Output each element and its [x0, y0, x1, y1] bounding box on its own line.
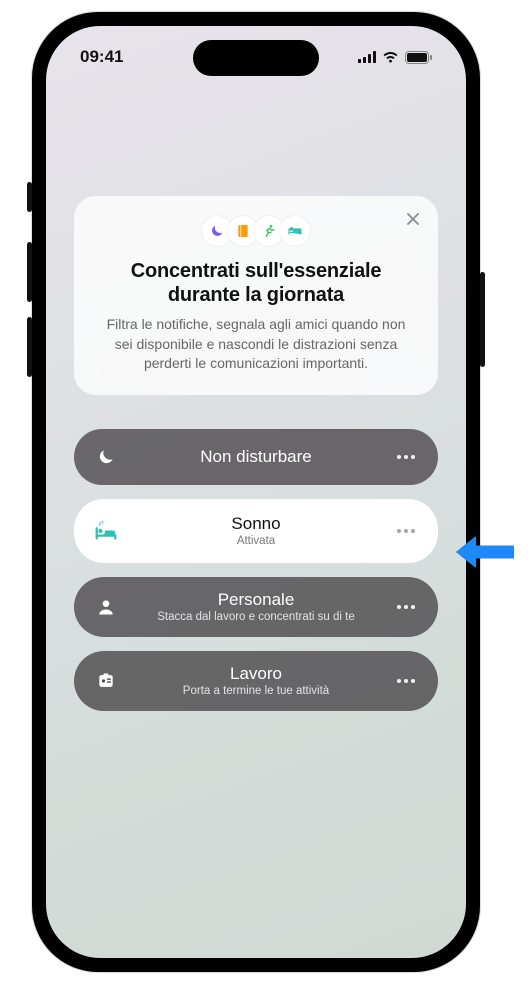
badge-icon — [92, 667, 120, 695]
screen: 09:41 Concentrati sull'essenziale durant… — [46, 26, 466, 958]
moon-icon — [92, 443, 120, 471]
focus-label: Personale — [218, 590, 295, 610]
dynamic-island — [193, 40, 319, 76]
ellipsis-icon — [397, 529, 415, 533]
focus-text: Sonno Attivata — [120, 514, 392, 548]
more-button[interactable] — [392, 667, 420, 695]
focus-sublabel: Stacca dal lavoro e concentrati su di te — [157, 611, 355, 624]
status-indicators — [358, 51, 432, 64]
focus-info-card: Concentrati sull'essenziale durante la g… — [74, 196, 438, 395]
focus-label: Non disturbare — [200, 447, 312, 467]
focus-item-work[interactable]: Lavoro Porta a termine le tue attività — [74, 651, 438, 711]
running-icon — [261, 223, 277, 239]
svg-text:z: z — [101, 520, 104, 525]
phone-frame: 09:41 Concentrati sull'essenziale durant… — [32, 12, 480, 972]
focus-label: Lavoro — [230, 664, 282, 684]
wifi-icon — [382, 51, 399, 63]
focus-item-sleep[interactable]: z z Sonno Attivata — [74, 499, 438, 563]
volume-up-button[interactable] — [27, 242, 32, 302]
more-button[interactable] — [392, 593, 420, 621]
focus-sublabel: Attivata — [237, 535, 275, 548]
info-icon-row — [96, 216, 416, 246]
ellipsis-icon — [397, 455, 415, 459]
focus-list: Non disturbare z z — [74, 429, 438, 711]
bed-pill — [280, 216, 310, 246]
more-button[interactable] — [392, 517, 420, 545]
close-button[interactable] — [400, 206, 426, 232]
callout-arrow-icon — [452, 530, 514, 574]
bed-icon: z z — [92, 517, 120, 545]
more-button[interactable] — [392, 443, 420, 471]
info-title: Concentrati sull'essenziale durante la g… — [96, 260, 416, 307]
focus-text: Personale Stacca dal lavoro e concentrat… — [120, 590, 392, 624]
bed-icon — [287, 223, 303, 239]
focus-text: Non disturbare — [120, 447, 392, 467]
close-icon — [407, 213, 419, 225]
info-description: Filtra le notifiche, segnala agli amici … — [96, 315, 416, 373]
status-time: 09:41 — [80, 47, 123, 67]
battery-icon — [405, 51, 432, 64]
cellular-icon — [358, 51, 376, 63]
focus-text: Lavoro Porta a termine le tue attività — [120, 664, 392, 698]
person-icon — [92, 593, 120, 621]
book-icon — [235, 223, 251, 239]
focus-item-dnd[interactable]: Non disturbare — [74, 429, 438, 485]
moon-icon — [209, 223, 225, 239]
volume-down-button[interactable] — [27, 317, 32, 377]
focus-label: Sonno — [231, 514, 280, 534]
silence-switch[interactable] — [27, 182, 32, 212]
ellipsis-icon — [397, 605, 415, 609]
ellipsis-icon — [397, 679, 415, 683]
power-button[interactable] — [480, 272, 485, 367]
focus-sublabel: Porta a termine le tue attività — [183, 685, 329, 698]
focus-item-personal[interactable]: Personale Stacca dal lavoro e concentrat… — [74, 577, 438, 637]
